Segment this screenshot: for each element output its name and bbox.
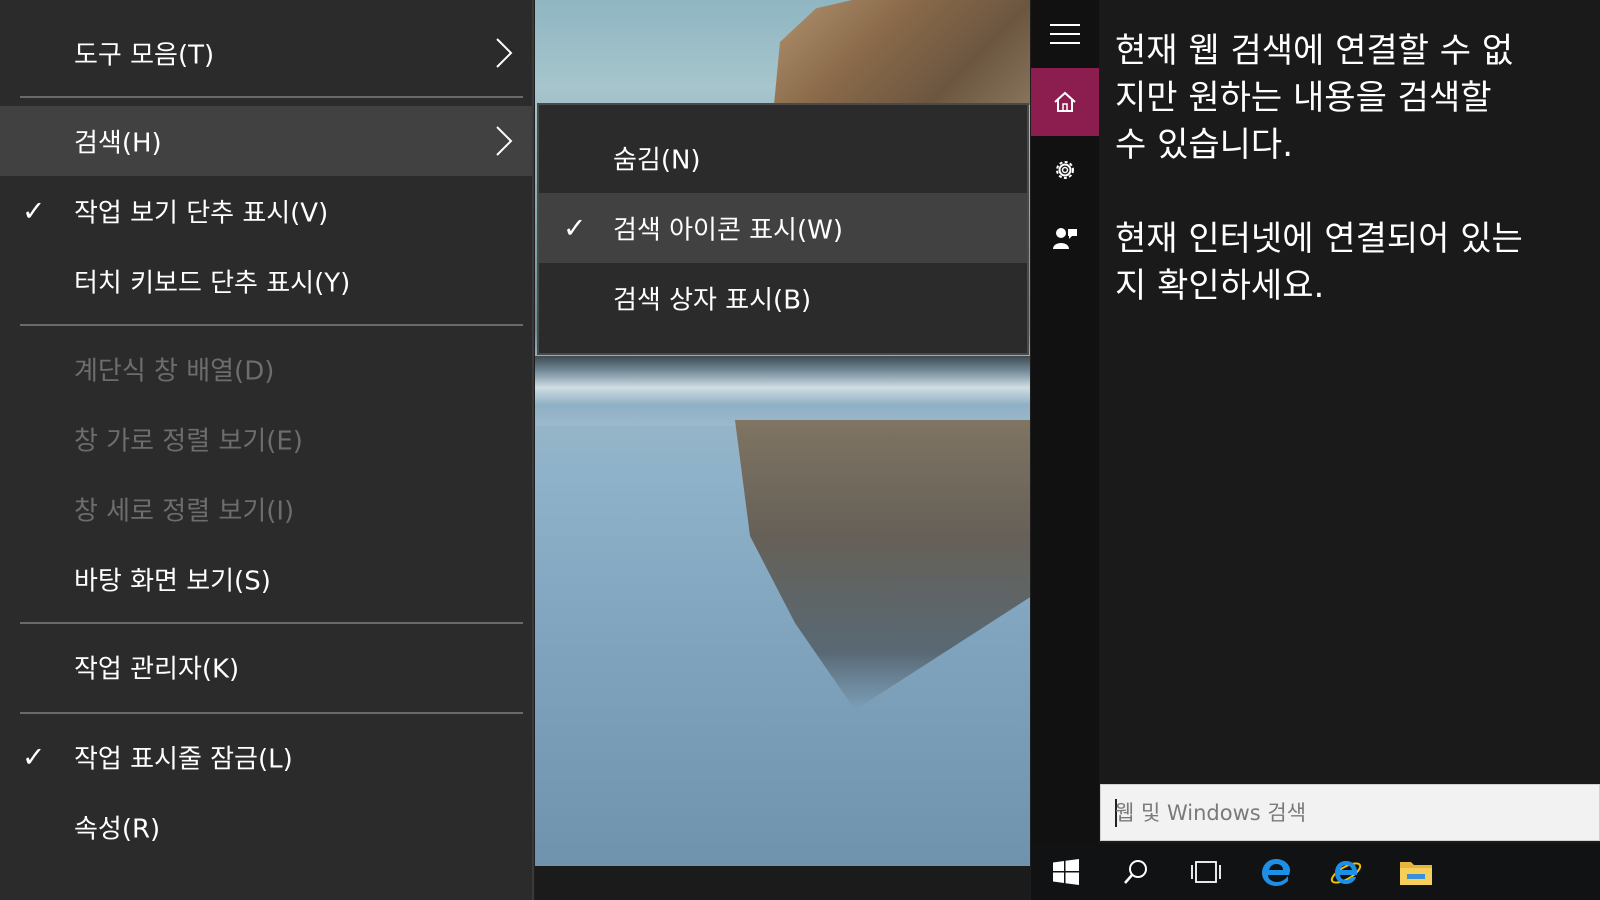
menu-item-show-windows-side-by-side: 창 세로 정렬 보기(I) xyxy=(0,474,534,544)
wallpaper-cliff xyxy=(774,0,1030,105)
menu-item-label: 터치 키보드 단추 표시(Y) xyxy=(74,268,351,299)
home-icon xyxy=(1054,91,1076,112)
menu-item-label: 바탕 화면 보기(S) xyxy=(74,566,271,597)
menu-item-toolbars[interactable]: 도구 모음(T) xyxy=(0,18,534,88)
hamburger-menu-button[interactable] xyxy=(1031,0,1099,68)
search-taskbar-button[interactable] xyxy=(1101,843,1171,900)
start-button[interactable] xyxy=(1031,843,1101,900)
submenu-item-label: 숨김(N) xyxy=(613,145,701,176)
menu-item-label: 창 세로 정렬 보기(I) xyxy=(74,496,295,527)
cortana-panel: 현재 웹 검색에 연결할 수 없 지만 원하는 내용을 검색할 수 있습니다. … xyxy=(1031,0,1600,843)
file-explorer-taskbar-button[interactable] xyxy=(1381,843,1451,900)
search-input[interactable] xyxy=(1115,785,1585,840)
home-button[interactable] xyxy=(1031,68,1099,136)
menu-separator xyxy=(20,622,523,624)
task-view-icon xyxy=(1191,860,1221,883)
task-view-button[interactable] xyxy=(1171,843,1241,900)
wallpaper-surf xyxy=(535,356,1030,426)
menu-item-cascade-windows: 계단식 창 배열(D) xyxy=(0,334,534,404)
menu-item-label: 검색(H) xyxy=(74,128,162,159)
gear-icon xyxy=(1056,161,1074,179)
search-submenu: 숨김(N) ✓ 검색 아이콘 표시(W) 검색 상자 표시(B) xyxy=(537,103,1029,355)
menu-item-show-touch-keyboard-button[interactable]: 터치 키보드 단추 표시(Y) xyxy=(0,246,534,316)
chevron-right-icon xyxy=(496,126,513,156)
menu-item-search[interactable]: 검색(H) xyxy=(0,106,534,176)
submenu-item-show-search-icon[interactable]: ✓ 검색 아이콘 표시(W) xyxy=(539,193,1027,263)
menu-item-show-task-view-button[interactable]: ✓ 작업 보기 단추 표시(V) xyxy=(0,176,534,246)
menu-separator xyxy=(20,712,523,714)
taskbar xyxy=(1031,843,1600,900)
menu-item-show-desktop[interactable]: 바탕 화면 보기(S) xyxy=(0,544,534,614)
checkmark-icon: ✓ xyxy=(22,740,46,774)
menu-item-label: 계단식 창 배열(D) xyxy=(74,356,275,387)
feedback-button[interactable] xyxy=(1031,204,1099,272)
menu-item-label: 작업 보기 단추 표시(V) xyxy=(74,198,329,229)
menu-item-label: 작업 관리자(K) xyxy=(74,654,240,685)
internet-explorer-taskbar-button[interactable] xyxy=(1311,843,1381,900)
menu-item-label: 작업 표시줄 잠금(L) xyxy=(74,744,293,775)
submenu-item-label: 검색 상자 표시(B) xyxy=(613,285,812,316)
search-box[interactable] xyxy=(1100,784,1600,841)
hamburger-icon xyxy=(1050,24,1080,44)
menu-item-properties[interactable]: 속성(R) xyxy=(0,792,534,862)
menu-item-show-windows-stacked: 창 가로 정렬 보기(E) xyxy=(0,404,534,474)
edge-icon xyxy=(1262,858,1290,886)
wallpaper-bottom-strip xyxy=(535,866,1030,900)
cortana-offline-message: 현재 웹 검색에 연결할 수 없 지만 원하는 내용을 검색할 수 있습니다. … xyxy=(1115,31,1523,306)
menu-border xyxy=(532,0,534,900)
submenu-item-show-search-box[interactable]: 검색 상자 표시(B) xyxy=(539,263,1027,333)
settings-button[interactable] xyxy=(1031,136,1099,204)
menu-item-label: 창 가로 정렬 보기(E) xyxy=(74,426,303,457)
checkmark-icon: ✓ xyxy=(22,194,46,228)
menu-item-label: 속성(R) xyxy=(74,814,161,845)
taskbar-context-menu: 도구 모음(T) 검색(H) ✓ 작업 보기 단추 표시(V) 터치 키보드 단… xyxy=(0,0,534,900)
menu-item-lock-taskbar[interactable]: ✓ 작업 표시줄 잠금(L) xyxy=(0,722,534,792)
submenu-item-label: 검색 아이콘 표시(W) xyxy=(613,215,843,246)
chevron-right-icon xyxy=(496,38,513,68)
cortana-nav-rail xyxy=(1031,0,1099,843)
menu-item-task-manager[interactable]: 작업 관리자(K) xyxy=(0,632,534,702)
windows-start-icon xyxy=(1053,858,1079,885)
menu-separator xyxy=(20,96,523,98)
wallpaper-reflection xyxy=(735,420,1030,710)
menu-item-label: 도구 모음(T) xyxy=(74,40,215,71)
internet-explorer-icon xyxy=(1330,860,1362,884)
file-explorer-icon xyxy=(1400,861,1432,885)
search-icon xyxy=(1124,859,1147,884)
feedback-icon xyxy=(1053,228,1077,249)
submenu-item-hidden[interactable]: 숨김(N) xyxy=(539,123,1027,193)
checkmark-icon: ✓ xyxy=(563,211,587,245)
menu-separator xyxy=(20,324,523,326)
edge-taskbar-button[interactable] xyxy=(1241,843,1311,900)
